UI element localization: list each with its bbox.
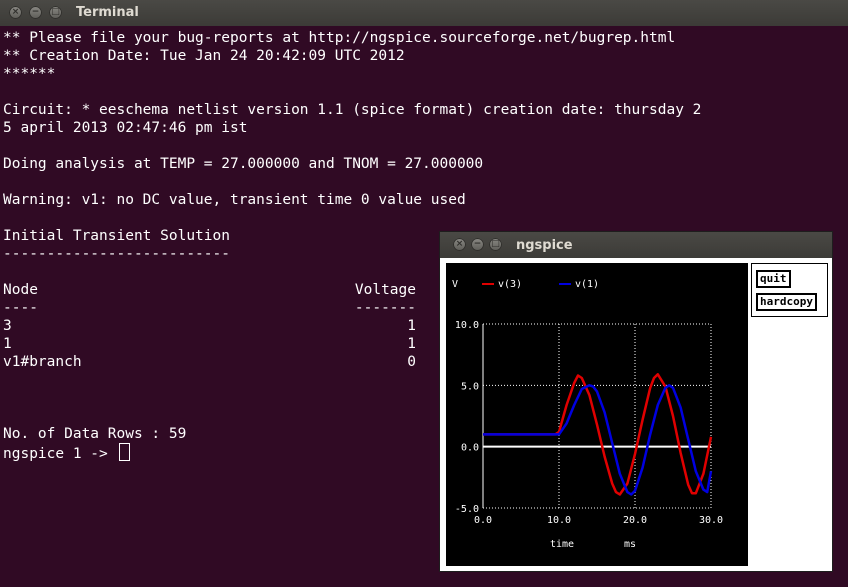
terminal-line: Node [3, 282, 38, 298]
terminal-line: Initial Transient Solution [3, 228, 230, 244]
voltage-value: 1 [407, 318, 416, 334]
terminal-line: v1#branch [3, 354, 82, 370]
y-tick-label: -5.0 [455, 504, 479, 515]
terminal-line: ** Please file your bug-reports at http:… [3, 30, 676, 46]
x-tick-label: 20.0 [623, 515, 647, 526]
terminal-line: Circuit: * eeschema netlist version 1.1 … [3, 102, 702, 118]
voltage-dashes: ------- [354, 300, 416, 316]
terminal-line: ** Creation Date: Tue Jan 24 20:42:09 UT… [3, 48, 405, 64]
terminal-line: ---- [3, 300, 38, 316]
y-tick-label: 5.0 [461, 381, 479, 392]
prompt: ngspice 1 -> [3, 446, 117, 462]
close-icon[interactable]: × [9, 6, 22, 19]
legend-label-v3: v(3) [498, 279, 522, 290]
y-tick-label: 10.0 [455, 320, 479, 331]
ngspice-title-bar: × − □ ngspice [440, 232, 832, 258]
terminal-line: -------------------------- [3, 246, 230, 262]
x-tick-label: 10.0 [547, 515, 571, 526]
x-axis-unit: ms [624, 539, 636, 550]
minimize-icon[interactable]: − [29, 6, 42, 19]
y-axis-label: V [452, 279, 458, 290]
minimize-icon[interactable]: − [471, 238, 484, 251]
window-title: Terminal [76, 5, 139, 20]
terminal-line: Warning: v1: no DC value, transient time… [3, 192, 466, 208]
x-tick-label: 0.0 [474, 515, 492, 526]
terminal-line: 1 [3, 336, 12, 352]
prompt-line[interactable]: ngspice 1 -> [3, 443, 130, 463]
plot-area: V v(3) v(1) 10.0 5.0 0.0 -5.0 0.0 10.0 20.0 30.… [446, 263, 748, 566]
voltage-value: 0 [407, 354, 416, 370]
terminal-line: No. of Data Rows : 59 [3, 426, 187, 442]
terminal-line: 5 april 2013 02:47:46 pm ist [3, 120, 248, 136]
ngspice-title: ngspice [516, 238, 573, 253]
voltage-value: 1 [407, 336, 416, 352]
close-icon[interactable]: × [453, 238, 466, 251]
ngspice-plot-window: × − □ ngspice V v(3) v(1) 10.0 5.0 0.0 -5.0… [439, 231, 833, 572]
waveform-chart: V v(3) v(1) 10.05.00.0-5.00.0 10.0 20.0 30.… [452, 279, 723, 550]
maximize-icon[interactable]: □ [489, 238, 502, 251]
terminal-line: 3 [3, 318, 12, 334]
hardcopy-button[interactable]: hardcopy [756, 293, 817, 311]
terminal-line: ****** [3, 66, 56, 82]
y-tick-label: 0.0 [461, 443, 479, 454]
x-tick-label: 30.0 [699, 515, 723, 526]
maximize-icon[interactable]: □ [49, 6, 62, 19]
x-axis-label: time [550, 539, 574, 550]
text-cursor [118, 443, 130, 461]
voltage-header: Voltage [354, 282, 416, 298]
plot-controls: quit hardcopy [751, 263, 828, 317]
terminal-line: Doing analysis at TEMP = 27.000000 and T… [3, 156, 484, 172]
legend-label-v1: v(1) [575, 279, 599, 290]
quit-button[interactable]: quit [756, 270, 791, 288]
terminal-title-bar: × − □ Terminal [0, 0, 848, 26]
